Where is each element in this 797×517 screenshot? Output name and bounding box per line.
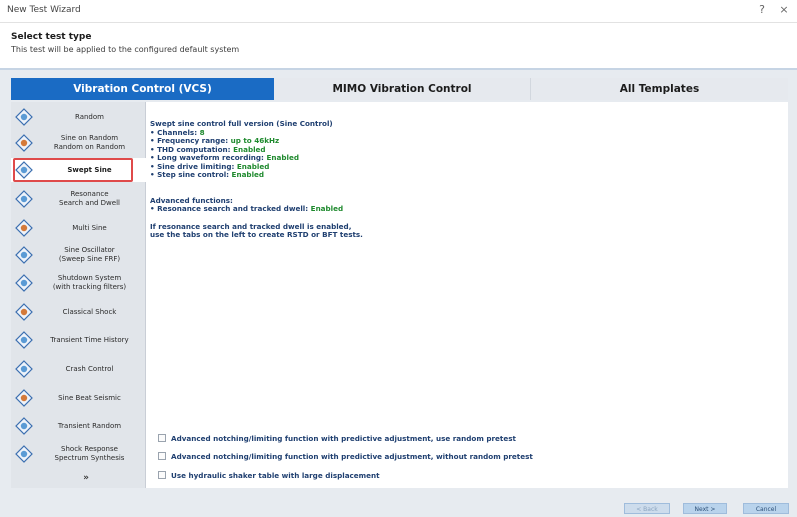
tab-vibration-control[interactable]: Vibration Control (VCS) <box>11 78 274 100</box>
close-button[interactable]: × <box>775 3 793 16</box>
test-category-tabs: Vibration Control (VCS) MIMO Vibration C… <box>11 78 788 100</box>
test-type-sidebar: Random Sine on Random Random on Random Swe… <box>11 102 146 488</box>
crash-control-icon <box>15 360 33 378</box>
transient-time-history-icon <box>15 331 33 349</box>
feature-item: • Step sine control: Enabled <box>150 170 750 180</box>
sidebar-item-transient-time-history[interactable]: Transient Time History <box>11 328 146 352</box>
note-line: use the tabs on the left to create RSTD … <box>150 230 363 239</box>
page-subtitle: This test will be applied to the configu… <box>11 45 240 54</box>
option-label: Advanced notching/limiting function with… <box>171 452 533 461</box>
sine-on-random-icon <box>15 134 33 152</box>
option-label: Use hydraulic shaker table with large di… <box>171 471 380 480</box>
multi-sine-icon <box>15 219 33 237</box>
sidebar-item-shock-response-spectrum[interactable]: Shock Response Spectrum Synthesis <box>11 441 146 467</box>
sidebar-item-classical-shock[interactable]: Classical Shock <box>11 300 146 324</box>
sidebar-item-sine-on-random[interactable]: Sine on Random Random on Random <box>11 130 146 156</box>
checkbox[interactable] <box>158 434 166 442</box>
wizard-header: Select test type This test will be appli… <box>0 23 797 68</box>
sidebar-item-label: Random <box>75 112 104 121</box>
wizard-footer: < Back Next > Cancel <box>0 488 797 517</box>
sidebar-item-label: Swept Sine <box>67 165 112 174</box>
sidebar-item-multi-sine[interactable]: Multi Sine <box>11 216 146 240</box>
sidebar-item-shutdown-system[interactable]: Shutdown System (with tracking filters) <box>11 268 146 298</box>
next-button[interactable]: Next > <box>683 503 727 514</box>
sidebar-item-label: Sine on Random Random on Random <box>53 134 126 151</box>
sidebar-item-label: Multi Sine <box>72 223 107 232</box>
description-heading: Swept sine control full version (Sine Co… <box>150 119 333 128</box>
sidebar-item-random-test[interactable]: Random <box>11 106 146 128</box>
sidebar-item-swept-sine[interactable]: Swept Sine <box>11 158 146 182</box>
random-test-icon <box>15 108 33 126</box>
swept-sine-icon <box>15 161 33 179</box>
sidebar-item-label: Classical Shock <box>62 307 117 316</box>
feature-label: • Step sine control: <box>150 170 232 179</box>
back-button[interactable]: < Back <box>624 503 670 514</box>
sidebar-item-label: Resonance Search and Dwell <box>59 190 120 207</box>
sine-beat-seismic-icon <box>15 389 33 407</box>
cancel-button[interactable]: Cancel <box>743 503 789 514</box>
resonance-icon <box>15 190 33 208</box>
sidebar-item-sine-beat-seismic[interactable]: Sine Beat Seismic <box>11 386 146 410</box>
feature-item: • Resonance search and tracked dwell: En… <box>150 204 750 214</box>
sidebar-item-label: Crash Control <box>65 364 114 373</box>
checkbox[interactable] <box>158 471 166 479</box>
sidebar-item-label: Shock Response Spectrum Synthesis <box>54 445 125 462</box>
sidebar-item-resonance[interactable]: Resonance Search and Dwell <box>11 185 146 213</box>
sidebar-item-crash-control[interactable]: Crash Control <box>11 357 146 381</box>
new-test-wizard-window: New Test Wizard ? × Select test type Thi… <box>0 0 797 517</box>
sidebar-item-label: Sine Beat Seismic <box>58 393 121 402</box>
sine-oscillator-icon <box>15 246 33 264</box>
page-title: Select test type <box>11 32 92 42</box>
feature-value: Enabled <box>310 204 344 213</box>
sidebar-item-label: Transient Time History <box>50 335 129 344</box>
sidebar-more-button[interactable]: » <box>11 473 146 485</box>
transient-random-icon <box>15 417 33 435</box>
window-title: New Test Wizard <box>7 5 81 15</box>
help-button[interactable]: ? <box>753 3 771 16</box>
sidebar-item-label: Transient Random <box>57 421 122 430</box>
sidebar-item-label: Sine Oscillator (Sweep Sine FRF) <box>58 246 121 263</box>
test-description-panel: Swept sine control full version (Sine Co… <box>146 102 788 488</box>
feature-label: • Resonance search and tracked dwell: <box>150 204 311 213</box>
sidebar-item-sine-oscillator[interactable]: Sine Oscillator (Sweep Sine FRF) <box>11 243 146 267</box>
sidebar-item-transient-random[interactable]: Transient Random <box>11 414 146 438</box>
test-description: Swept sine control full version (Sine Co… <box>150 119 750 240</box>
feature-value: Enabled <box>231 170 265 179</box>
classical-shock-icon <box>15 303 33 321</box>
shutdown-system-icon <box>15 274 33 292</box>
tab-all-templates[interactable]: All Templates <box>531 78 788 100</box>
feature-list: • Channels: 8 • Frequency range: up to 4… <box>150 128 750 180</box>
checkbox[interactable] <box>158 452 166 460</box>
option-label: Advanced notching/limiting function with… <box>171 434 516 443</box>
shock-response-spectrum-icon <box>15 445 33 463</box>
tab-mimo-vibration-control[interactable]: MIMO Vibration Control <box>274 78 531 100</box>
feature-value: Enabled <box>266 153 299 162</box>
title-bar: New Test Wizard ? × <box>0 0 797 23</box>
sidebar-item-label: Shutdown System (with tracking filters) <box>52 274 127 291</box>
